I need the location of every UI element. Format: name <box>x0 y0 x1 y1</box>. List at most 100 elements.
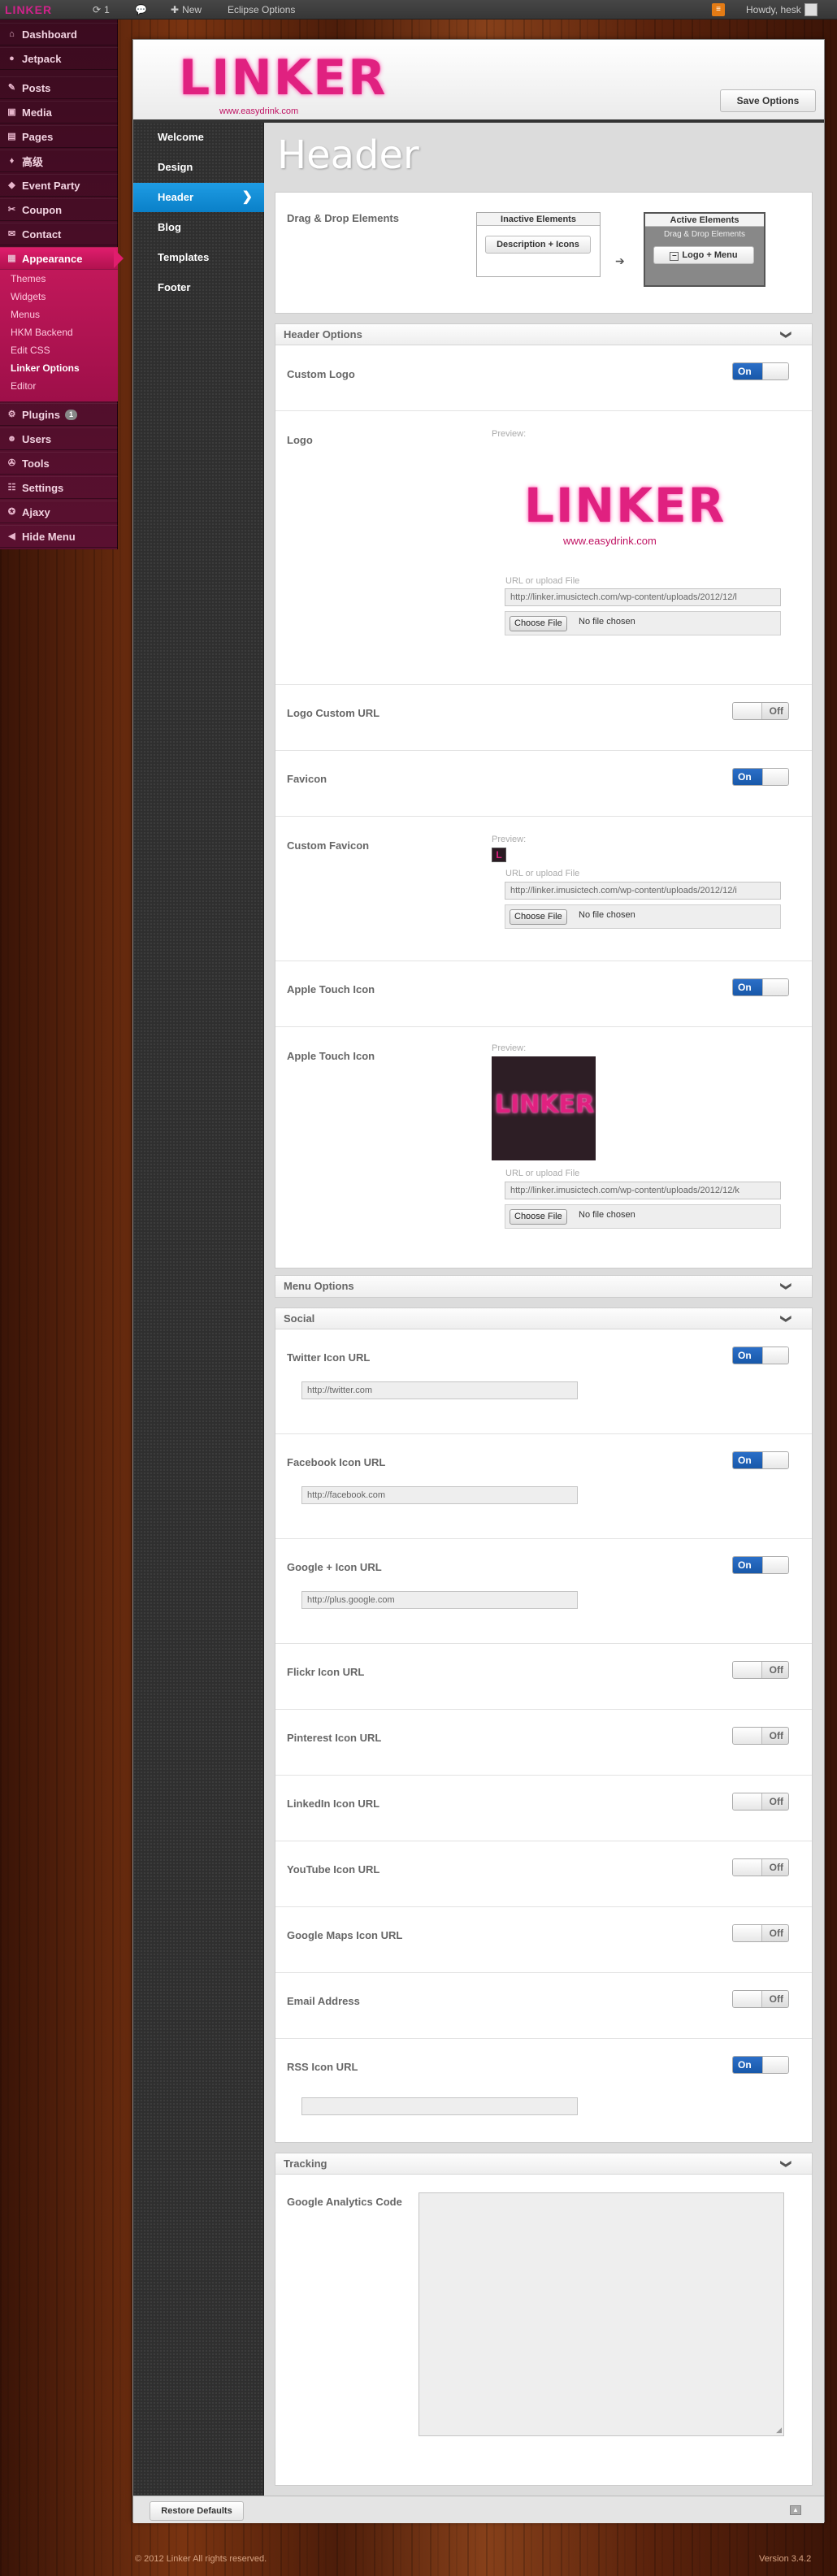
site-link[interactable]: LINKER <box>5 0 52 20</box>
pinterest-row: Pinterest Icon URL Off <box>275 1710 812 1776</box>
toggle-on: On <box>733 1452 762 1468</box>
logo-label: Logo <box>287 434 313 446</box>
comments-link[interactable]: 💬 <box>135 0 147 20</box>
active-elements-box[interactable]: Active Elements Drag & Drop Elements – Lo… <box>644 212 765 287</box>
rss-toggle[interactable]: On <box>732 2056 789 2074</box>
pin-icon: ✎ <box>7 82 16 93</box>
email-toggle[interactable]: Off <box>732 1990 789 2008</box>
youtube-toggle[interactable]: Off <box>732 1858 789 1876</box>
facebook-url-input[interactable]: http://facebook.com <box>301 1486 578 1504</box>
apple-touch-upload-row: Apple Touch Icon Preview: LINKER URL or … <box>275 1027 812 1268</box>
logo-url-input[interactable]: http://linker.imusictech.com/wp-content/… <box>505 588 781 606</box>
menu-pages[interactable]: ▤ Pages <box>0 125 118 148</box>
nav-header[interactable]: Header ❯ <box>133 183 264 212</box>
submenu-editor[interactable]: Editor <box>0 377 118 395</box>
facebook-toggle[interactable]: On <box>732 1451 789 1469</box>
choose-file-button[interactable]: Choose File <box>510 1209 567 1225</box>
menu-options-heading[interactable]: Menu Options ❯ <box>275 1276 812 1297</box>
google-analytics-textarea[interactable]: ◢ <box>418 2192 784 2436</box>
notification-button[interactable]: ≡ <box>712 0 725 20</box>
account-menu[interactable]: Howdy, hesk <box>746 0 817 20</box>
menu-appearance[interactable]: ▦ Appearance <box>0 247 118 270</box>
submenu-themes[interactable]: Themes <box>0 270 118 288</box>
toggle-knob <box>762 979 788 995</box>
new-content-link[interactable]: ✚ New <box>171 0 202 20</box>
apple-touch-label: Apple Touch Icon <box>287 983 375 995</box>
flickr-label: Flickr Icon URL <box>287 1666 365 1678</box>
menu-ajaxy[interactable]: ✪ Ajaxy <box>0 501 118 523</box>
apple-touch-url-input[interactable]: http://linker.imusictech.com/wp-content/… <box>505 1182 781 1199</box>
scroll-top-icon[interactable]: ▲ <box>790 2505 801 2515</box>
menu-hide[interactable]: ◀ Hide Menu <box>0 525 118 548</box>
drop-icon: ♦ <box>9 155 15 166</box>
resize-handle-icon[interactable]: ◢ <box>776 2426 782 2435</box>
twitter-url-input[interactable]: http://twitter.com <box>301 1381 578 1399</box>
nav-welcome[interactable]: Welcome <box>133 123 264 152</box>
save-options-button[interactable]: Save Options <box>720 89 816 112</box>
arrow-right-icon: ➔ <box>615 254 625 267</box>
eclipse-options-link[interactable]: Eclipse Options <box>228 0 295 20</box>
chevron-down-icon: ❯ <box>780 330 793 340</box>
section-title: Tracking <box>284 2158 327 2170</box>
settings-icon: ☷ <box>7 482 16 492</box>
menu-label: Contact <box>22 228 62 241</box>
menu-contact[interactable]: ✉ Contact <box>0 223 118 245</box>
tracking-heading[interactable]: Tracking ❯ <box>275 2153 812 2175</box>
menu-dashboard[interactable]: ⌂ Dashboard <box>0 23 118 46</box>
menu-media[interactable]: ▣ Media <box>0 101 118 124</box>
twitter-toggle[interactable]: On <box>732 1347 789 1364</box>
linkedin-toggle[interactable]: Off <box>732 1793 789 1811</box>
favicon-url-input[interactable]: http://linker.imusictech.com/wp-content/… <box>505 882 781 900</box>
menu-jetpack[interactable]: ● Jetpack <box>0 47 118 70</box>
email-label: Email Address <box>287 1995 360 2007</box>
google-plus-toggle[interactable]: On <box>732 1556 789 1574</box>
nav-templates[interactable]: Templates <box>133 243 264 272</box>
choose-file-button[interactable]: Choose File <box>510 616 567 631</box>
menu-event-party[interactable]: ◆ Event Party <box>0 174 118 197</box>
restore-defaults-button[interactable]: Restore Defaults <box>150 2501 244 2521</box>
tools-icon: ✇ <box>7 458 16 468</box>
comment-icon: 💬 <box>135 4 147 15</box>
menu-plugins[interactable]: ⚙ Plugins 1 <box>0 403 118 426</box>
apple-touch-toggle[interactable]: On <box>732 978 789 996</box>
logo-custom-url-toggle[interactable]: Off <box>732 702 789 720</box>
menu-posts[interactable]: ✎ Posts <box>0 76 118 99</box>
choose-file-button[interactable]: Choose File <box>510 909 567 925</box>
custom-logo-toggle[interactable]: On <box>732 362 789 380</box>
google-plus-row: Google + Icon URL On http://plus.google.… <box>275 1539 812 1644</box>
menu-gaoji[interactable]: ♦ 高级 <box>0 150 118 172</box>
favicon-toggle[interactable]: On <box>732 768 789 786</box>
google-plus-url-input[interactable]: http://plus.google.com <box>301 1591 578 1609</box>
menu-settings[interactable]: ☷ Settings <box>0 476 118 499</box>
description-icons-item[interactable]: Description + Icons <box>485 236 591 254</box>
submenu-menus[interactable]: Menus <box>0 306 118 323</box>
current-menu-arrow-icon <box>114 249 124 268</box>
nav-footer[interactable]: Footer <box>133 273 264 302</box>
google-maps-toggle[interactable]: Off <box>732 1924 789 1942</box>
header-options-heading[interactable]: Header Options ❯ <box>275 324 812 345</box>
submenu-widgets[interactable]: Widgets <box>0 288 118 306</box>
flickr-toggle[interactable]: Off <box>732 1661 789 1679</box>
menu-tools[interactable]: ✇ Tools <box>0 452 118 475</box>
menu-label: Media <box>22 106 52 119</box>
submenu-edit-css[interactable]: Edit CSS <box>0 341 118 359</box>
inactive-elements-box[interactable]: Inactive Elements Description + Icons <box>476 212 601 277</box>
submenu-hkm-backend[interactable]: HKM Backend <box>0 323 118 341</box>
menu-users[interactable]: ☻ Users <box>0 427 118 450</box>
pinterest-toggle[interactable]: Off <box>732 1727 789 1745</box>
facebook-row: Facebook Icon URL On http://facebook.com <box>275 1434 812 1539</box>
ajaxy-icon: ✪ <box>7 506 16 517</box>
social-heading[interactable]: Social ❯ <box>275 1308 812 1329</box>
nav-design[interactable]: Design <box>133 153 264 182</box>
updates-link[interactable]: ⟳ 1 <box>93 0 110 20</box>
copyright-text: © 2012 Linker All rights reserved. <box>135 2554 267 2564</box>
submenu-linker-options[interactable]: Linker Options <box>0 359 118 377</box>
appearance-icon: ▦ <box>7 253 16 263</box>
dashboard-icon: ⌂ <box>9 28 15 39</box>
version-text: Version 3.4.2 <box>759 2554 812 2564</box>
menu-coupon[interactable]: ✂ Coupon <box>0 198 118 221</box>
nav-blog[interactable]: Blog <box>133 213 264 242</box>
logo-menu-item[interactable]: – Logo + Menu <box>653 246 754 264</box>
rss-url-input[interactable] <box>301 2097 578 2115</box>
email-row: Email Address Off <box>275 1973 812 2039</box>
